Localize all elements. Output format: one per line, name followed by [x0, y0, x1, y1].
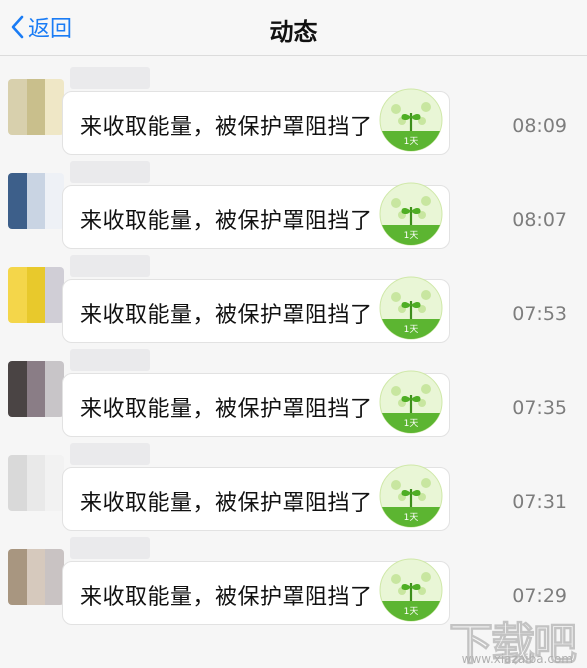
message-text: 来收取能量，被保护罩阻挡了: [80, 491, 373, 516]
list-item[interactable]: 来收取能量，被保护罩阻挡了 1天 07:31: [0, 433, 587, 531]
avatar[interactable]: [8, 455, 64, 511]
list-item[interactable]: 来收取能量，被保护罩阻挡了 1天 07:53: [0, 245, 587, 343]
page-title: 动态: [269, 18, 318, 46]
timestamp: 07:53: [512, 303, 567, 325]
tree-badge-text: 1天: [404, 607, 419, 617]
username-blurred: [70, 443, 150, 465]
list-item[interactable]: 来收取能量，被保护罩阻挡了 1天 08:09: [0, 57, 587, 155]
protection-tree-icon[interactable]: 1天: [378, 87, 444, 153]
protection-tree-icon[interactable]: 1天: [378, 181, 444, 247]
timestamp: 07:31: [512, 491, 567, 513]
tree-badge-text: 1天: [404, 137, 419, 147]
tree-badge-text: 1天: [404, 419, 419, 429]
avatar[interactable]: [8, 173, 64, 229]
avatar[interactable]: [8, 79, 64, 135]
list-item[interactable]: 来收取能量，被保护罩阻挡了 1天 07:29: [0, 527, 587, 625]
protection-tree-icon[interactable]: 1天: [378, 463, 444, 529]
username-blurred: [70, 537, 150, 559]
list-item[interactable]: 来收取能量，被保护罩阻挡了 1天 08:07: [0, 151, 587, 249]
username-blurred: [70, 67, 150, 89]
timestamp: 07:35: [512, 397, 567, 419]
tree-badge-text: 1天: [404, 325, 419, 335]
timestamp: 07:29: [512, 585, 567, 607]
username-blurred: [70, 349, 150, 371]
avatar[interactable]: [8, 549, 64, 605]
tree-badge-text: 1天: [404, 513, 419, 523]
username-blurred: [70, 161, 150, 183]
protection-tree-icon[interactable]: 1天: [378, 275, 444, 341]
message-text: 来收取能量，被保护罩阻挡了: [80, 209, 373, 234]
protection-tree-icon[interactable]: 1天: [378, 369, 444, 435]
tree-badge-text: 1天: [404, 231, 419, 241]
avatar[interactable]: [8, 361, 64, 417]
message-text: 来收取能量，被保护罩阻挡了: [80, 397, 373, 422]
watermark-url: www.xiazaiba.com: [461, 652, 573, 666]
username-blurred: [70, 255, 150, 277]
protection-tree-icon[interactable]: 1天: [378, 557, 444, 623]
message-text: 来收取能量，被保护罩阻挡了: [80, 115, 373, 140]
watermark-logo: 下载吧 www.xiazaiba.com: [441, 608, 581, 668]
avatar[interactable]: [8, 267, 64, 323]
message-text: 来收取能量，被保护罩阻挡了: [80, 303, 373, 328]
nav-bar: 返回 动态: [0, 0, 587, 56]
timestamp: 08:07: [512, 209, 567, 231]
message-text: 来收取能量，被保护罩阻挡了: [80, 585, 373, 610]
list-item[interactable]: 来收取能量，被保护罩阻挡了 1天 07:35: [0, 339, 587, 437]
timestamp: 08:09: [512, 115, 567, 137]
